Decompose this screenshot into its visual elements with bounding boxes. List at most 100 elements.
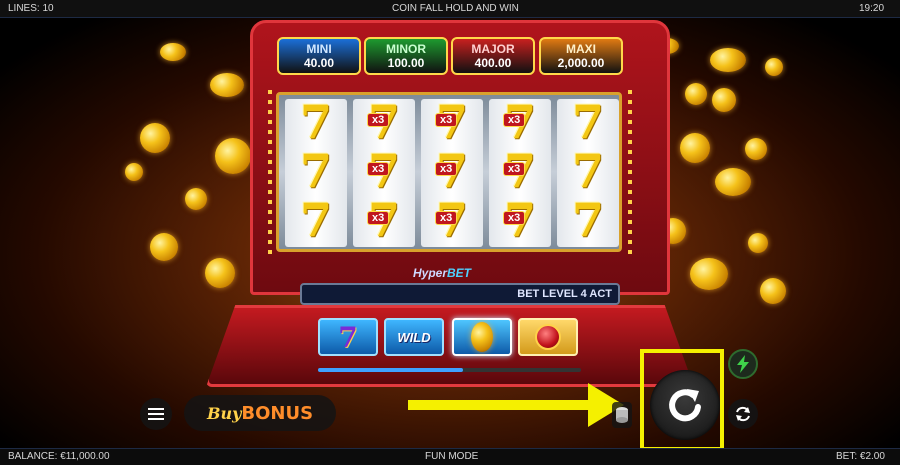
coin-decoration [710, 48, 746, 72]
coin-decoration [205, 258, 235, 288]
coin-decoration [715, 168, 751, 196]
multiplier-badge: x3 [367, 211, 390, 225]
reel-symbol: 7 [557, 99, 619, 145]
coin-decoration [745, 138, 767, 160]
reel-symbol: 7x3 [489, 99, 551, 145]
jackpot-value: 100.00 [387, 56, 425, 70]
coin-decoration [150, 233, 178, 261]
coin-decoration [685, 83, 707, 105]
seven-symbol: 7 [299, 95, 332, 149]
jackpot-value: 2,000.00 [557, 56, 605, 70]
reel-symbol: 7 [285, 99, 347, 145]
reel-symbol: 7 [557, 197, 619, 243]
hyperbet-wild-button[interactable]: WILD [384, 318, 444, 356]
jackpot-name: MAXI [566, 42, 596, 56]
reel-symbol: 7x3 [421, 148, 483, 194]
wild-symbol: WILD [397, 329, 431, 345]
jackpot-mini: MINI 40.00 [277, 37, 361, 75]
multiplier-badge: x3 [435, 113, 458, 127]
multiplier-badge: x3 [503, 211, 526, 225]
reel: 777 [285, 99, 347, 247]
coin-decoration [748, 233, 768, 253]
reel-symbol: 7x3 [353, 148, 415, 194]
lightning-icon [737, 355, 749, 373]
reel-symbol: 7x3 [353, 197, 415, 243]
buy-bonus-button[interactable]: Buy BONUS [184, 395, 336, 431]
hyperbet-progress-bar [318, 368, 581, 372]
reel-symbol: 7x3 [489, 148, 551, 194]
reel: 7x37x37x3 [353, 99, 415, 247]
hyperbet-seven-button[interactable]: 7 [318, 318, 378, 356]
reel-symbol: 7x3 [421, 99, 483, 145]
seven-symbol: 7 [299, 144, 332, 198]
bet-button[interactable] [612, 402, 632, 428]
buy-bonus-label-a: Buy [206, 403, 242, 423]
coin-decoration [210, 73, 244, 97]
cabinet-lights-right [628, 90, 632, 260]
reel-symbol: 7 [285, 148, 347, 194]
coin-decoration [765, 58, 783, 76]
jackpot-name: MINI [306, 42, 332, 56]
annotation-arrow-shaft [408, 400, 596, 410]
clock: 19:20 [859, 3, 885, 14]
bet-level-text: BET LEVEL 4 ACT [517, 288, 612, 300]
reel: 777 [557, 99, 619, 247]
multiplier-badge: x3 [367, 162, 390, 176]
jackpot-name: MINOR [386, 42, 426, 56]
spin-arrow-icon [669, 389, 701, 422]
bet-label: BET: €2.00 [836, 451, 885, 462]
reel: 7x37x37x3 [489, 99, 551, 247]
cabinet-lights-left [268, 90, 272, 260]
mode-label: FUN MODE [425, 451, 479, 462]
bottom-bar: BALANCE: €11,000.00 FUN MODE BET: €2.00 [0, 448, 900, 465]
seven-symbol: 7 [571, 95, 604, 149]
buy-bonus-label-b: BONUS [241, 402, 314, 424]
multiplier-badge: x3 [435, 162, 458, 176]
reel: 7x37x37x3 [421, 99, 483, 247]
coin-decoration [140, 123, 170, 153]
progress-fill [318, 368, 463, 372]
reel-symbol: 7 [285, 197, 347, 243]
seven-symbol: 7 [571, 144, 604, 198]
reel-symbol: 7x3 [421, 197, 483, 243]
jackpot-name: MAJOR [471, 42, 515, 56]
coin-decoration [160, 43, 186, 61]
coin-decoration [760, 278, 786, 304]
jackpot-major: MAJOR 400.00 [451, 37, 535, 75]
jackpot-value: 40.00 [303, 56, 335, 70]
red-gem-icon [535, 324, 561, 350]
reel-symbol: 7x3 [489, 197, 551, 243]
spin-button[interactable] [650, 370, 720, 440]
balance-label: BALANCE: €11,000.00 [8, 451, 110, 462]
coin-decoration [680, 133, 710, 163]
hyperbet-logo: HyperBET [413, 266, 471, 280]
game-title: COIN FALL HOLD AND WIN [392, 3, 519, 14]
hyperbet-coin-button[interactable] [452, 318, 512, 356]
coin-decoration [185, 188, 207, 210]
seven-symbol: 7 [571, 193, 604, 247]
coin-decoration [215, 138, 251, 174]
reel-symbol: 7x3 [353, 99, 415, 145]
hyperbet-console [206, 305, 694, 387]
hyperbet-gem-button[interactable] [518, 318, 578, 356]
multiplier-badge: x3 [503, 113, 526, 127]
hamburger-menu-icon [148, 408, 164, 420]
top-bar: LINES: 10 COIN FALL HOLD AND WIN 19:20 [0, 0, 900, 18]
seven-symbol: 7 [338, 320, 358, 354]
jackpot-minor: MINOR 100.00 [364, 37, 448, 75]
autoplay-icon [736, 406, 750, 422]
turbo-button[interactable] [728, 349, 758, 379]
coin-stack-icon [616, 407, 628, 423]
autoplay-button[interactable] [728, 399, 758, 429]
bet-level-banner: BET LEVEL 4 ACT [300, 283, 620, 305]
multiplier-badge: x3 [503, 162, 526, 176]
coin-decoration [125, 163, 143, 181]
coin-decoration [690, 258, 728, 290]
reel-symbol: 7 [557, 148, 619, 194]
multiplier-badge: x3 [435, 211, 458, 225]
reel-window: 7777x37x37x37x37x37x37x37x37x3777 [276, 92, 622, 252]
multiplier-badge: x3 [367, 113, 390, 127]
menu-button[interactable] [140, 398, 172, 430]
jackpot-maxi: MAXI 2,000.00 [539, 37, 623, 75]
lines-label: LINES: 10 [8, 3, 54, 14]
